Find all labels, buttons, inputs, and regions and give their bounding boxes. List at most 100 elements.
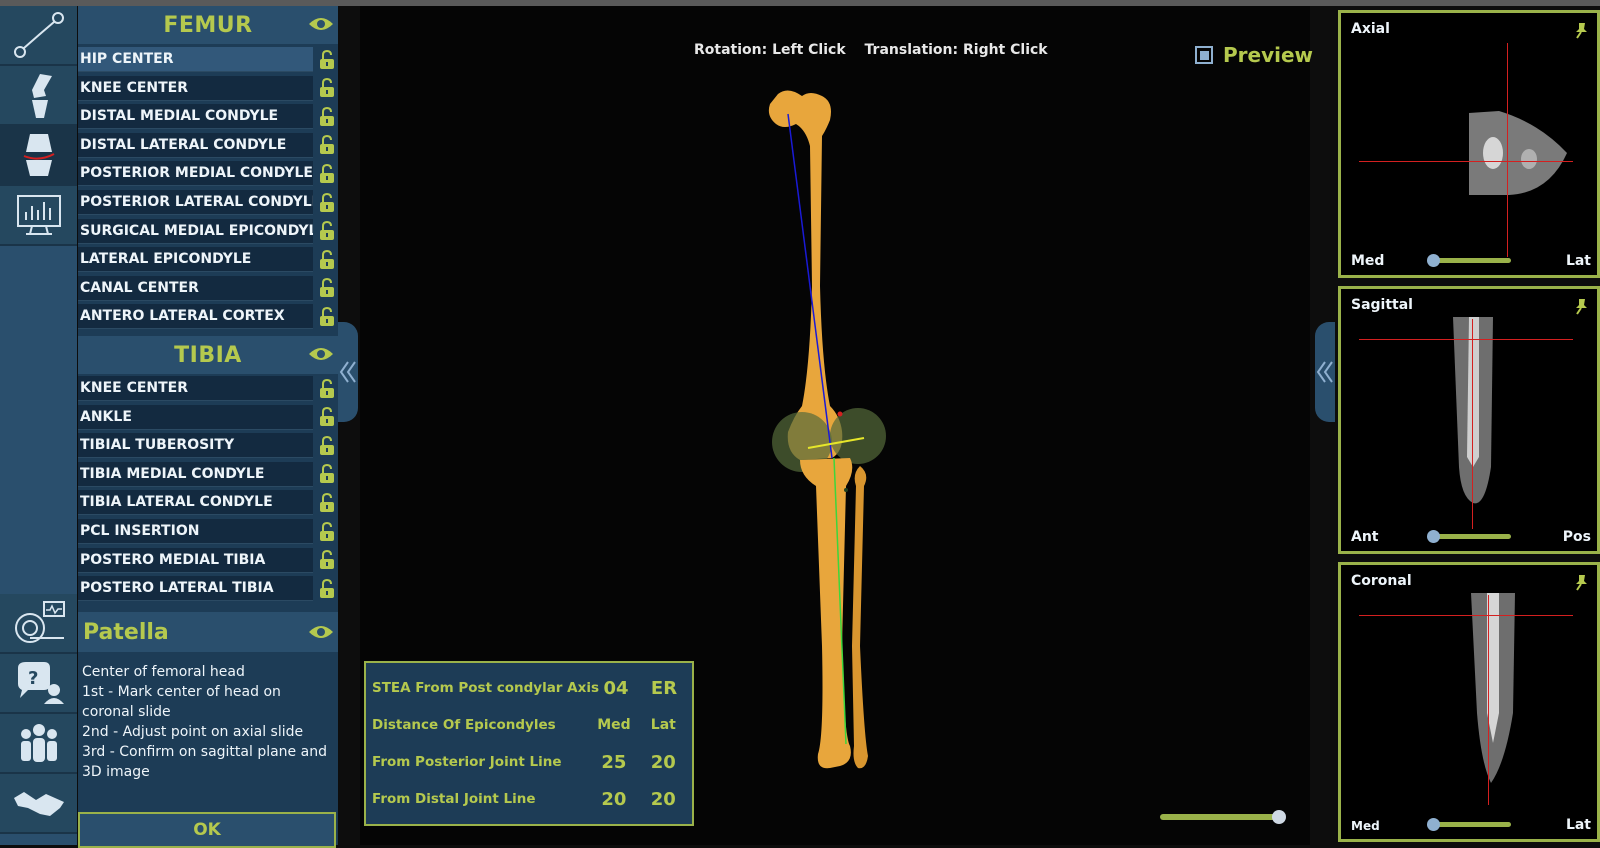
- metric-value-2: 20: [650, 751, 676, 773]
- handshake-icon[interactable]: [0, 774, 77, 834]
- leg-bone-model[interactable]: [760, 86, 920, 786]
- lock-open-icon[interactable]: [316, 306, 338, 328]
- landmark-label[interactable]: TIBIA LATERAL CONDYLE: [78, 490, 313, 516]
- lock-open-icon[interactable]: [316, 249, 338, 271]
- collapse-left-panel-button[interactable]: [338, 322, 358, 422]
- sagittal-view[interactable]: Sagittal Ant Pos: [1338, 286, 1600, 554]
- landmark-row[interactable]: POSTERO LATERAL TIBIA: [78, 575, 338, 602]
- preview-toggle[interactable]: Preview: [1195, 43, 1313, 67]
- preview-checkbox[interactable]: [1195, 46, 1213, 64]
- ok-button[interactable]: OK: [78, 812, 336, 848]
- femur-visibility-eye-icon[interactable]: [308, 14, 334, 34]
- lock-open-icon[interactable]: [316, 49, 338, 71]
- lock-open-icon[interactable]: [316, 220, 338, 242]
- opacity-slider[interactable]: [1160, 810, 1286, 824]
- lock-open-icon[interactable]: [316, 435, 338, 457]
- lock-open-icon[interactable]: [316, 106, 338, 128]
- lock-open-icon[interactable]: [316, 277, 338, 299]
- metric-label: STEA From Post condylar Axis: [372, 680, 599, 696]
- landmark-label[interactable]: DISTAL LATERAL CONDYLE: [78, 132, 313, 158]
- landmark-label[interactable]: SURGICAL MEDIAL EPICONDYLE: [78, 218, 313, 244]
- metrics-panel: STEA From Post condylar Axis 04 ER Distance…: [364, 661, 694, 826]
- landmark-row[interactable]: KNEE CENTER: [78, 75, 338, 102]
- landmark-label[interactable]: TIBIA MEDIAL CONDYLE: [78, 461, 313, 487]
- monitor-chart-icon[interactable]: [0, 186, 77, 246]
- axis-line-icon[interactable]: [0, 6, 77, 66]
- ct-scanner-icon[interactable]: [0, 594, 77, 654]
- instructions-text: Center of femoral head 1st - Mark center…: [82, 662, 332, 782]
- coronal-view[interactable]: Coronal Med Lat: [1338, 562, 1600, 842]
- pin-icon[interactable]: [1573, 573, 1589, 591]
- double-chevron-left-icon: [1316, 361, 1333, 383]
- knee-resection-icon[interactable]: [0, 126, 77, 186]
- lock-open-icon[interactable]: [316, 463, 338, 485]
- landmark-label[interactable]: KNEE CENTER: [78, 75, 313, 101]
- landmark-label[interactable]: PCL INSERTION: [78, 519, 313, 544]
- landmark-row[interactable]: LATERAL EPICONDYLE: [78, 246, 338, 273]
- landmark-row[interactable]: POSTERIOR MEDIAL CONDYLE: [78, 160, 338, 187]
- landmark-row[interactable]: PCL INSERTION: [78, 518, 338, 545]
- landmark-row[interactable]: KNEE CENTER: [78, 375, 338, 402]
- lock-open-icon[interactable]: [316, 378, 338, 400]
- lock-open-icon[interactable]: [316, 77, 338, 99]
- collapse-right-panel-button[interactable]: [1315, 322, 1335, 422]
- landmark-label[interactable]: ANTERO LATERAL CORTEX: [78, 304, 313, 330]
- lock-open-icon[interactable]: [316, 549, 338, 571]
- axial-slice-slider[interactable]: [1427, 254, 1511, 267]
- lock-open-icon[interactable]: [316, 163, 338, 185]
- landmark-label[interactable]: DISTAL MEDIAL CONDYLE: [78, 104, 313, 130]
- metric-row: From Distal Joint Line 20 20: [372, 784, 688, 814]
- help-chat-icon[interactable]: ?: [0, 654, 77, 714]
- 3d-viewport[interactable]: Rotation: Left Click Translation: Right …: [360, 6, 1313, 845]
- landmark-row[interactable]: POSTERO MEDIAL TIBIA: [78, 547, 338, 574]
- lock-open-icon[interactable]: [316, 578, 338, 600]
- tibia-visibility-eye-icon[interactable]: [308, 344, 334, 364]
- landmark-label[interactable]: POSTERO LATERAL TIBIA: [78, 576, 313, 602]
- knee-joint-icon[interactable]: [0, 66, 77, 126]
- lock-open-icon[interactable]: [316, 192, 338, 214]
- landmark-row[interactable]: SURGICAL MEDIAL EPICONDYLE: [78, 218, 338, 245]
- landmark-row[interactable]: DISTAL MEDIAL CONDYLE: [78, 103, 338, 130]
- landmark-row[interactable]: POSTERIOR LATERAL CONDYLE: [78, 189, 338, 216]
- landmark-row[interactable]: ANTERO LATERAL CORTEX: [78, 303, 338, 330]
- slider-thumb[interactable]: [1272, 810, 1286, 824]
- instruction-line: 2nd - Adjust point on axial slide: [82, 724, 304, 740]
- landmark-row[interactable]: CANAL CENTER: [78, 275, 338, 302]
- landmark-row[interactable]: TIBIA MEDIAL CONDYLE: [78, 461, 338, 488]
- coronal-right-label: Lat: [1565, 817, 1591, 833]
- landmark-label[interactable]: POSTERIOR LATERAL CONDYLE: [78, 190, 313, 215]
- landmark-label[interactable]: ANKLE: [78, 404, 313, 430]
- landmark-label[interactable]: TIBIAL TUBEROSITY: [78, 433, 313, 459]
- patella-visibility-eye-icon[interactable]: [308, 622, 334, 642]
- landmark-row[interactable]: TIBIA LATERAL CONDYLE: [78, 489, 338, 516]
- coronal-slice-slider[interactable]: [1427, 818, 1511, 831]
- team-icon[interactable]: [0, 714, 77, 774]
- axial-right-label: Lat: [1565, 253, 1591, 269]
- landmark-label[interactable]: POSTERO MEDIAL TIBIA: [78, 547, 313, 573]
- pin-icon[interactable]: [1573, 297, 1589, 315]
- sagittal-slice-slider[interactable]: [1427, 530, 1511, 543]
- landmark-label[interactable]: CANAL CENTER: [78, 275, 313, 301]
- lock-open-icon[interactable]: [316, 134, 338, 156]
- lock-open-icon[interactable]: [316, 406, 338, 428]
- landmark-label[interactable]: KNEE CENTER: [78, 376, 313, 401]
- landmark-label[interactable]: POSTERIOR MEDIAL CONDYLE: [78, 161, 313, 187]
- crosshair-horizontal: [1359, 615, 1573, 616]
- slider-thumb[interactable]: [1427, 530, 1440, 543]
- landmark-row[interactable]: ANKLE: [78, 404, 338, 431]
- landmark-label[interactable]: HIP CENTER: [78, 47, 313, 72]
- lock-open-icon[interactable]: [316, 521, 338, 543]
- slider-thumb[interactable]: [1427, 818, 1440, 831]
- landmark-label[interactable]: LATERAL EPICONDYLE: [78, 247, 313, 273]
- crosshair-horizontal: [1359, 339, 1573, 340]
- landmark-row[interactable]: HIP CENTER: [78, 46, 338, 73]
- patella-title: Patella: [83, 619, 169, 645]
- axial-view[interactable]: Axial Med Lat: [1338, 10, 1600, 278]
- metric-label: From Distal Joint Line: [372, 791, 536, 807]
- pin-icon[interactable]: [1573, 21, 1589, 39]
- landmark-row[interactable]: DISTAL LATERAL CONDYLE: [78, 132, 338, 159]
- metric-value-2: ER: [650, 677, 678, 699]
- slider-thumb[interactable]: [1427, 254, 1440, 267]
- landmark-row[interactable]: TIBIAL TUBEROSITY: [78, 432, 338, 459]
- lock-open-icon[interactable]: [316, 492, 338, 514]
